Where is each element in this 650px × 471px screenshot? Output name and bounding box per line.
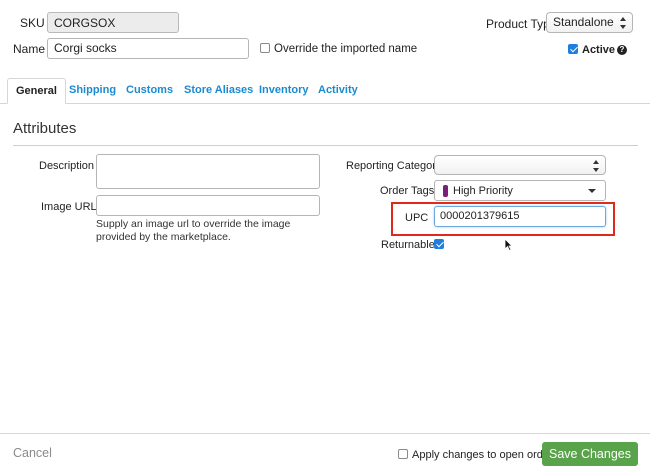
image-url-help: Supply an image url to override the imag… (96, 218, 291, 243)
active-label: Active (582, 44, 616, 56)
help-icon[interactable]: ? (617, 45, 627, 55)
save-changes-button[interactable]: Save Changes (542, 442, 638, 466)
tab-activity[interactable]: Activity (310, 78, 366, 104)
order-tags-select[interactable]: High Priority (434, 180, 606, 201)
tab-shipping[interactable]: Shipping (61, 78, 124, 104)
tab-inventory[interactable]: Inventory (251, 78, 317, 104)
reporting-category-label: Reporting Category (346, 160, 442, 172)
override-name-checkbox[interactable] (260, 43, 270, 53)
footer-bar: Cancel Apply changes to open orders Save… (0, 433, 650, 471)
image-url-label: Image URL (41, 201, 97, 213)
upc-input[interactable]: 0000201379615 (434, 206, 606, 227)
returnable-checkbox[interactable] (434, 239, 444, 249)
returnable-label: Returnable (381, 239, 435, 251)
active-checkbox[interactable] (568, 44, 578, 54)
sku-label: SKU (20, 16, 45, 30)
tab-customs[interactable]: Customs (118, 78, 181, 104)
upc-label: UPC (405, 212, 429, 224)
override-name-label: Override the imported name (274, 43, 418, 55)
sku-field: CORGSOX (47, 12, 179, 33)
section-title: Attributes (13, 120, 77, 137)
select-arrows-icon (620, 16, 626, 30)
tab-store-aliases[interactable]: Store Aliases (176, 78, 261, 104)
name-label: Name (13, 42, 46, 56)
image-url-input[interactable] (96, 195, 320, 216)
tab-bar: General Shipping Customs Store Aliases I… (0, 78, 650, 104)
product-type-value: Standalone (553, 15, 614, 29)
apply-changes-checkbox[interactable] (398, 449, 408, 459)
description-label: Description (39, 160, 95, 172)
tab-general[interactable]: General (7, 78, 66, 104)
reporting-category-select[interactable] (434, 155, 606, 175)
product-type-select[interactable]: Standalone (546, 12, 633, 33)
mouse-pointer-icon (504, 238, 513, 251)
description-input[interactable] (96, 154, 320, 189)
tag-color-swatch (443, 185, 448, 197)
name-input[interactable]: Corgi socks (47, 38, 249, 59)
caret-down-icon (588, 189, 596, 193)
cancel-button[interactable]: Cancel (13, 446, 52, 460)
section-divider (13, 145, 638, 146)
apply-changes-label: Apply changes to open orders (412, 449, 559, 461)
select-arrows-icon (593, 159, 599, 173)
order-tags-label: Order Tags (380, 185, 435, 197)
order-tag-value: High Priority (453, 185, 513, 197)
